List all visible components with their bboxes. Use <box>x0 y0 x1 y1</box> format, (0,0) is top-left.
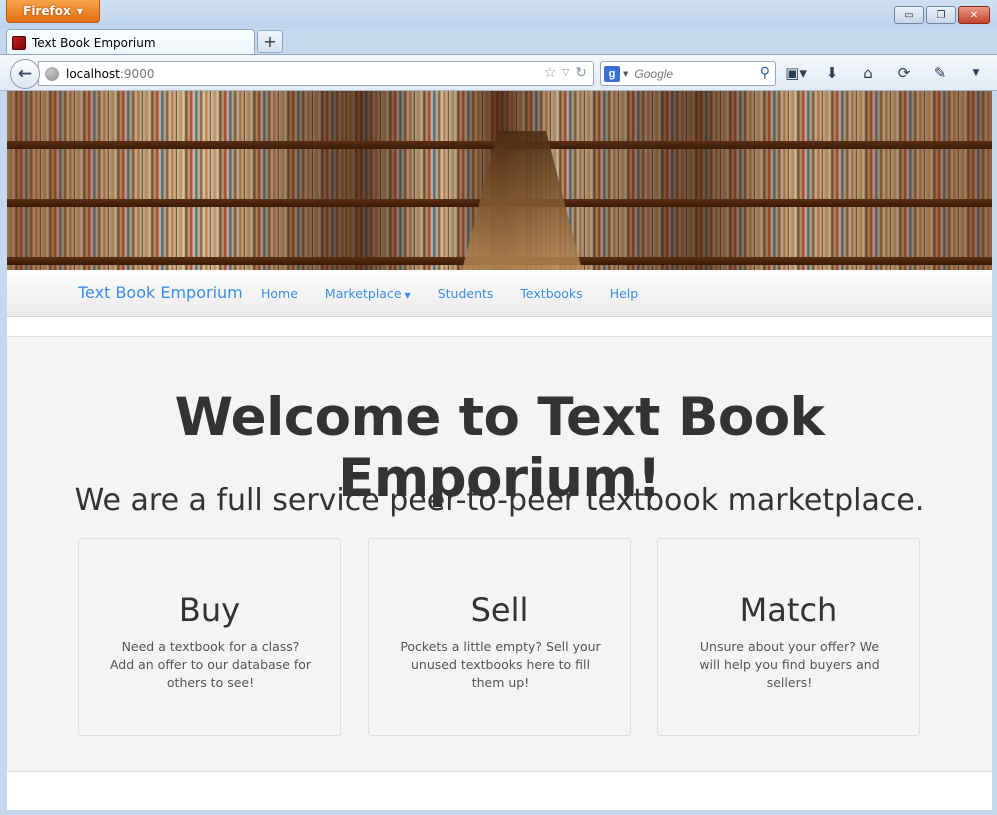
minimize-button[interactable]: ▭ <box>894 6 924 24</box>
history-dropdown-icon[interactable]: ▽ <box>562 68 569 78</box>
plus-icon: + <box>263 32 277 51</box>
nav-textbooks[interactable]: Textbooks <box>520 286 582 301</box>
eyedropper-icon[interactable]: ✎ <box>929 62 951 84</box>
nav-marketplace-label: Marketplace <box>324 286 402 301</box>
search-placeholder: Google <box>634 66 674 81</box>
firefox-menu-label: Firefox <box>23 4 71 18</box>
card-title: Buy <box>178 591 241 629</box>
book-favicon-icon <box>12 35 26 50</box>
card-buy: Buy Need a textbook for a class? Add an … <box>78 538 341 736</box>
close-icon: ✕ <box>969 9 979 21</box>
hero-subtitle: We are a full service peer-to-peer textb… <box>74 483 925 518</box>
google-icon: g <box>604 65 620 82</box>
chevron-down-icon[interactable]: ▼ <box>623 70 628 78</box>
back-button[interactable]: ← <box>10 59 40 89</box>
caret-down-icon: ▼ <box>404 291 411 300</box>
home-icon[interactable]: ⌂ <box>857 62 879 84</box>
nav-links: Home Marketplace ▼ Students Textbooks Hel… <box>261 286 665 301</box>
feature-cards: Buy Need a textbook for a class? Add an … <box>78 538 920 736</box>
nav-students[interactable]: Students <box>438 286 494 301</box>
overflow-menu-icon[interactable]: ▼ <box>965 62 987 84</box>
brand-link[interactable]: Text Book Emporium <box>78 283 243 302</box>
bookshelf-banner-image <box>7 91 992 270</box>
browser-toolbar: localhost:9000 ☆ ▽ ↻ ← g ▼ Google ⚲ ▣▾ ⬇… <box>0 54 997 91</box>
search-bar[interactable]: g ▼ Google ⚲ <box>600 61 776 86</box>
reload-icon[interactable]: ↻ <box>575 65 587 81</box>
toolbar-icons: ▣▾ ⬇ ⌂ ⟳ ✎ ▼ <box>785 62 987 84</box>
nav-marketplace[interactable]: Marketplace ▼ <box>325 286 411 301</box>
nav-help[interactable]: Help <box>610 286 639 301</box>
window-border-left <box>0 91 7 815</box>
tab-text-book-emporium[interactable]: Text Book Emporium <box>6 29 255 55</box>
card-title: Match <box>739 591 838 629</box>
window-border-bottom <box>0 810 997 815</box>
bookmarks-menu-icon[interactable]: ▣▾ <box>785 62 807 84</box>
url-port: :9000 <box>119 66 155 81</box>
card-title: Sell <box>470 591 529 629</box>
url-bar-icons: ☆ ▽ ↻ <box>544 65 587 81</box>
tab-title: Text Book Emporium <box>32 35 156 50</box>
arrow-left-icon: ← <box>17 64 33 84</box>
tab-strip: Text Book Emporium + <box>0 28 997 55</box>
search-icon[interactable]: ⚲ <box>760 65 770 81</box>
card-sell: Sell Pockets a little empty? Sell your u… <box>368 538 631 736</box>
url-bar[interactable]: localhost:9000 ☆ ▽ ↻ <box>38 61 594 86</box>
restore-button[interactable]: ❐ <box>926 6 956 24</box>
bookmark-star-icon[interactable]: ☆ <box>544 65 557 81</box>
page-viewport: Text Book Emporium Home Marketplace ▼ Stu… <box>7 91 992 810</box>
card-match: Match Unsure about your offer? We will h… <box>657 538 920 736</box>
minimize-icon: ▭ <box>904 9 914 21</box>
globe-icon <box>45 66 59 81</box>
nav-home[interactable]: Home <box>261 286 298 301</box>
card-text: Pockets a little empty? Sell your unused… <box>400 639 601 690</box>
chevron-down-icon: ▼ <box>76 6 83 16</box>
window-border-right <box>992 91 997 815</box>
jumbotron: Welcome to Text Book Emporium! We are a … <box>7 336 992 772</box>
url-host: localhost <box>66 66 120 81</box>
card-text: Unsure about your offer? We will help yo… <box>699 639 880 690</box>
sync-icon[interactable]: ⟳ <box>893 62 915 84</box>
card-text: Need a textbook for a class? Add an offe… <box>109 639 312 690</box>
close-button[interactable]: ✕ <box>958 6 990 24</box>
restore-icon: ❐ <box>936 9 946 21</box>
site-navbar: Text Book Emporium Home Marketplace ▼ Stu… <box>7 270 992 317</box>
new-tab-button[interactable]: + <box>257 30 283 53</box>
download-icon[interactable]: ⬇ <box>821 62 843 84</box>
window-titlebar: Firefox ▼ ▭ ❐ ✕ <box>0 0 997 28</box>
window-controls: ▭ ❐ ✕ <box>894 6 990 24</box>
firefox-menu-button[interactable]: Firefox ▼ <box>6 0 100 23</box>
